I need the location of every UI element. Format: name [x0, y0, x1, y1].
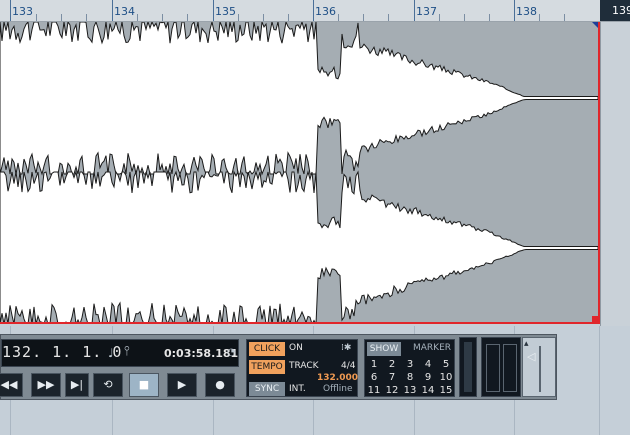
ruler-subtick	[564, 14, 565, 21]
ruler-subtick	[363, 14, 364, 21]
ruler-bar-label: 133	[12, 5, 33, 18]
sync-source: INT.	[289, 384, 306, 394]
marker-9[interactable]: 9	[420, 372, 436, 383]
marker-11[interactable]: 11	[366, 385, 382, 396]
ruler-subtick	[489, 14, 490, 21]
event-volume-handle[interactable]	[592, 316, 598, 322]
marker-8[interactable]: 8	[402, 372, 418, 383]
audio-event[interactable]	[0, 22, 600, 324]
fader-arrow-icon[interactable]: ▴	[524, 339, 529, 349]
waveform-channel-left	[0, 22, 598, 176]
position-display[interactable]: 132. 1. 1. 0 ♩ ⫯ 0:03:58.181 ◔	[1, 339, 239, 367]
marker-15[interactable]: 15	[438, 385, 454, 396]
click-state: ON	[289, 343, 303, 353]
ruler-bar-label: 135	[215, 5, 236, 18]
marker-10[interactable]: 10	[438, 372, 454, 383]
ruler-tick	[112, 0, 113, 21]
transport-buttons: ◀◀ ▶▶ ▶| ⟲ ■ ▶ ●	[0, 373, 239, 397]
master-fader[interactable]: ▴ ◁	[522, 337, 556, 397]
ruler-subtick	[61, 14, 62, 21]
metronome-icon: ⫯	[124, 344, 130, 359]
cycle-button[interactable]: ⟲	[93, 373, 123, 397]
time-signature: 4/4	[341, 361, 356, 371]
marker-panel: SHOW MARKER 1 2 3 4 5 6 7 8 9 10 11 12 1…	[364, 339, 455, 397]
record-button[interactable]: ●	[205, 373, 235, 397]
ruler-bar-label: 134	[114, 5, 135, 18]
ruler-subtick	[288, 14, 289, 21]
marker-4[interactable]: 4	[420, 359, 436, 370]
ruler-tick	[213, 0, 214, 21]
rewind-button[interactable]: ◀◀	[0, 373, 23, 397]
level-meter-right	[503, 344, 517, 392]
tempo-mode: TRACK	[289, 361, 319, 371]
marker-6[interactable]: 6	[366, 372, 382, 383]
marker-label: MARKER	[413, 343, 452, 353]
tempo-bpm[interactable]: 132.000	[317, 373, 358, 383]
ruler-subtick	[464, 14, 465, 21]
marker-14[interactable]: 14	[420, 385, 436, 396]
activity-meter	[459, 337, 477, 397]
click-tempo-sync-panel: CLICK ON ⁞✱ TEMPO TRACK 4/4 132.000 SYNC…	[246, 339, 358, 397]
transport-panel: 132. 1. 1. 0 ♩ ⫯ 0:03:58.181 ◔ ◀◀ ▶▶ ▶| …	[0, 334, 557, 400]
ruler-tick	[313, 0, 314, 21]
waveform-channel-right	[0, 170, 598, 322]
click-toggle[interactable]: CLICK	[249, 342, 285, 356]
note-icon: ♩	[108, 346, 114, 360]
ruler-bar-label: 137	[416, 5, 437, 18]
fader-track	[539, 346, 541, 392]
sync-status: Offline	[323, 384, 353, 394]
ruler-subtick	[36, 14, 37, 21]
bar-position: 132. 1. 1. 0	[2, 343, 123, 361]
marker-12[interactable]: 12	[384, 385, 400, 396]
ruler-bar-label: 136	[315, 5, 336, 18]
sync-toggle[interactable]: SYNC	[249, 382, 285, 396]
ruler-subtick	[162, 14, 163, 21]
fader-knob-icon[interactable]: ◁	[527, 350, 535, 363]
ruler-bar-label: 139	[612, 4, 630, 17]
ruler-bar-label: 138	[516, 5, 537, 18]
play-button[interactable]: ▶	[167, 373, 197, 397]
ruler-tick	[514, 0, 515, 21]
ruler-subtick	[238, 14, 239, 21]
ruler-subtick	[388, 14, 389, 21]
meter-bar	[464, 342, 472, 392]
marker-2[interactable]: 2	[384, 359, 400, 370]
marker-1[interactable]: 1	[366, 359, 382, 370]
event-handle-icon[interactable]	[592, 22, 598, 28]
show-markers-button[interactable]: SHOW	[367, 342, 401, 356]
fast-forward-button[interactable]: ▶▶	[31, 373, 61, 397]
level-meter-left	[486, 344, 500, 392]
stop-button[interactable]: ■	[129, 373, 159, 397]
ruler-subtick	[338, 14, 339, 21]
click-settings-icon[interactable]: ⁞✱	[341, 343, 351, 353]
vertical-scroll-area[interactable]	[600, 22, 630, 326]
marker-13[interactable]: 13	[402, 385, 418, 396]
waveform	[0, 22, 598, 322]
ruler-subtick	[439, 14, 440, 21]
ruler-subtick	[137, 14, 138, 21]
ruler-subtick	[86, 14, 87, 21]
marker-5[interactable]: 5	[438, 359, 454, 370]
output-level-meter	[481, 337, 521, 397]
ruler-subtick	[187, 14, 188, 21]
ruler-subtick	[263, 14, 264, 21]
marker-3[interactable]: 3	[402, 359, 418, 370]
clock-icon[interactable]: ◔	[227, 347, 236, 358]
grid-line	[599, 326, 600, 435]
go-to-end-button[interactable]: ▶|	[65, 373, 89, 397]
ruler-tick	[414, 0, 415, 21]
ruler-tick	[10, 0, 11, 21]
ruler-subtick	[539, 14, 540, 21]
timeline-ruler[interactable]: 133 134 135 136 137 138	[0, 0, 630, 22]
tempo-toggle[interactable]: TEMPO	[249, 360, 285, 374]
marker-7[interactable]: 7	[384, 372, 400, 383]
